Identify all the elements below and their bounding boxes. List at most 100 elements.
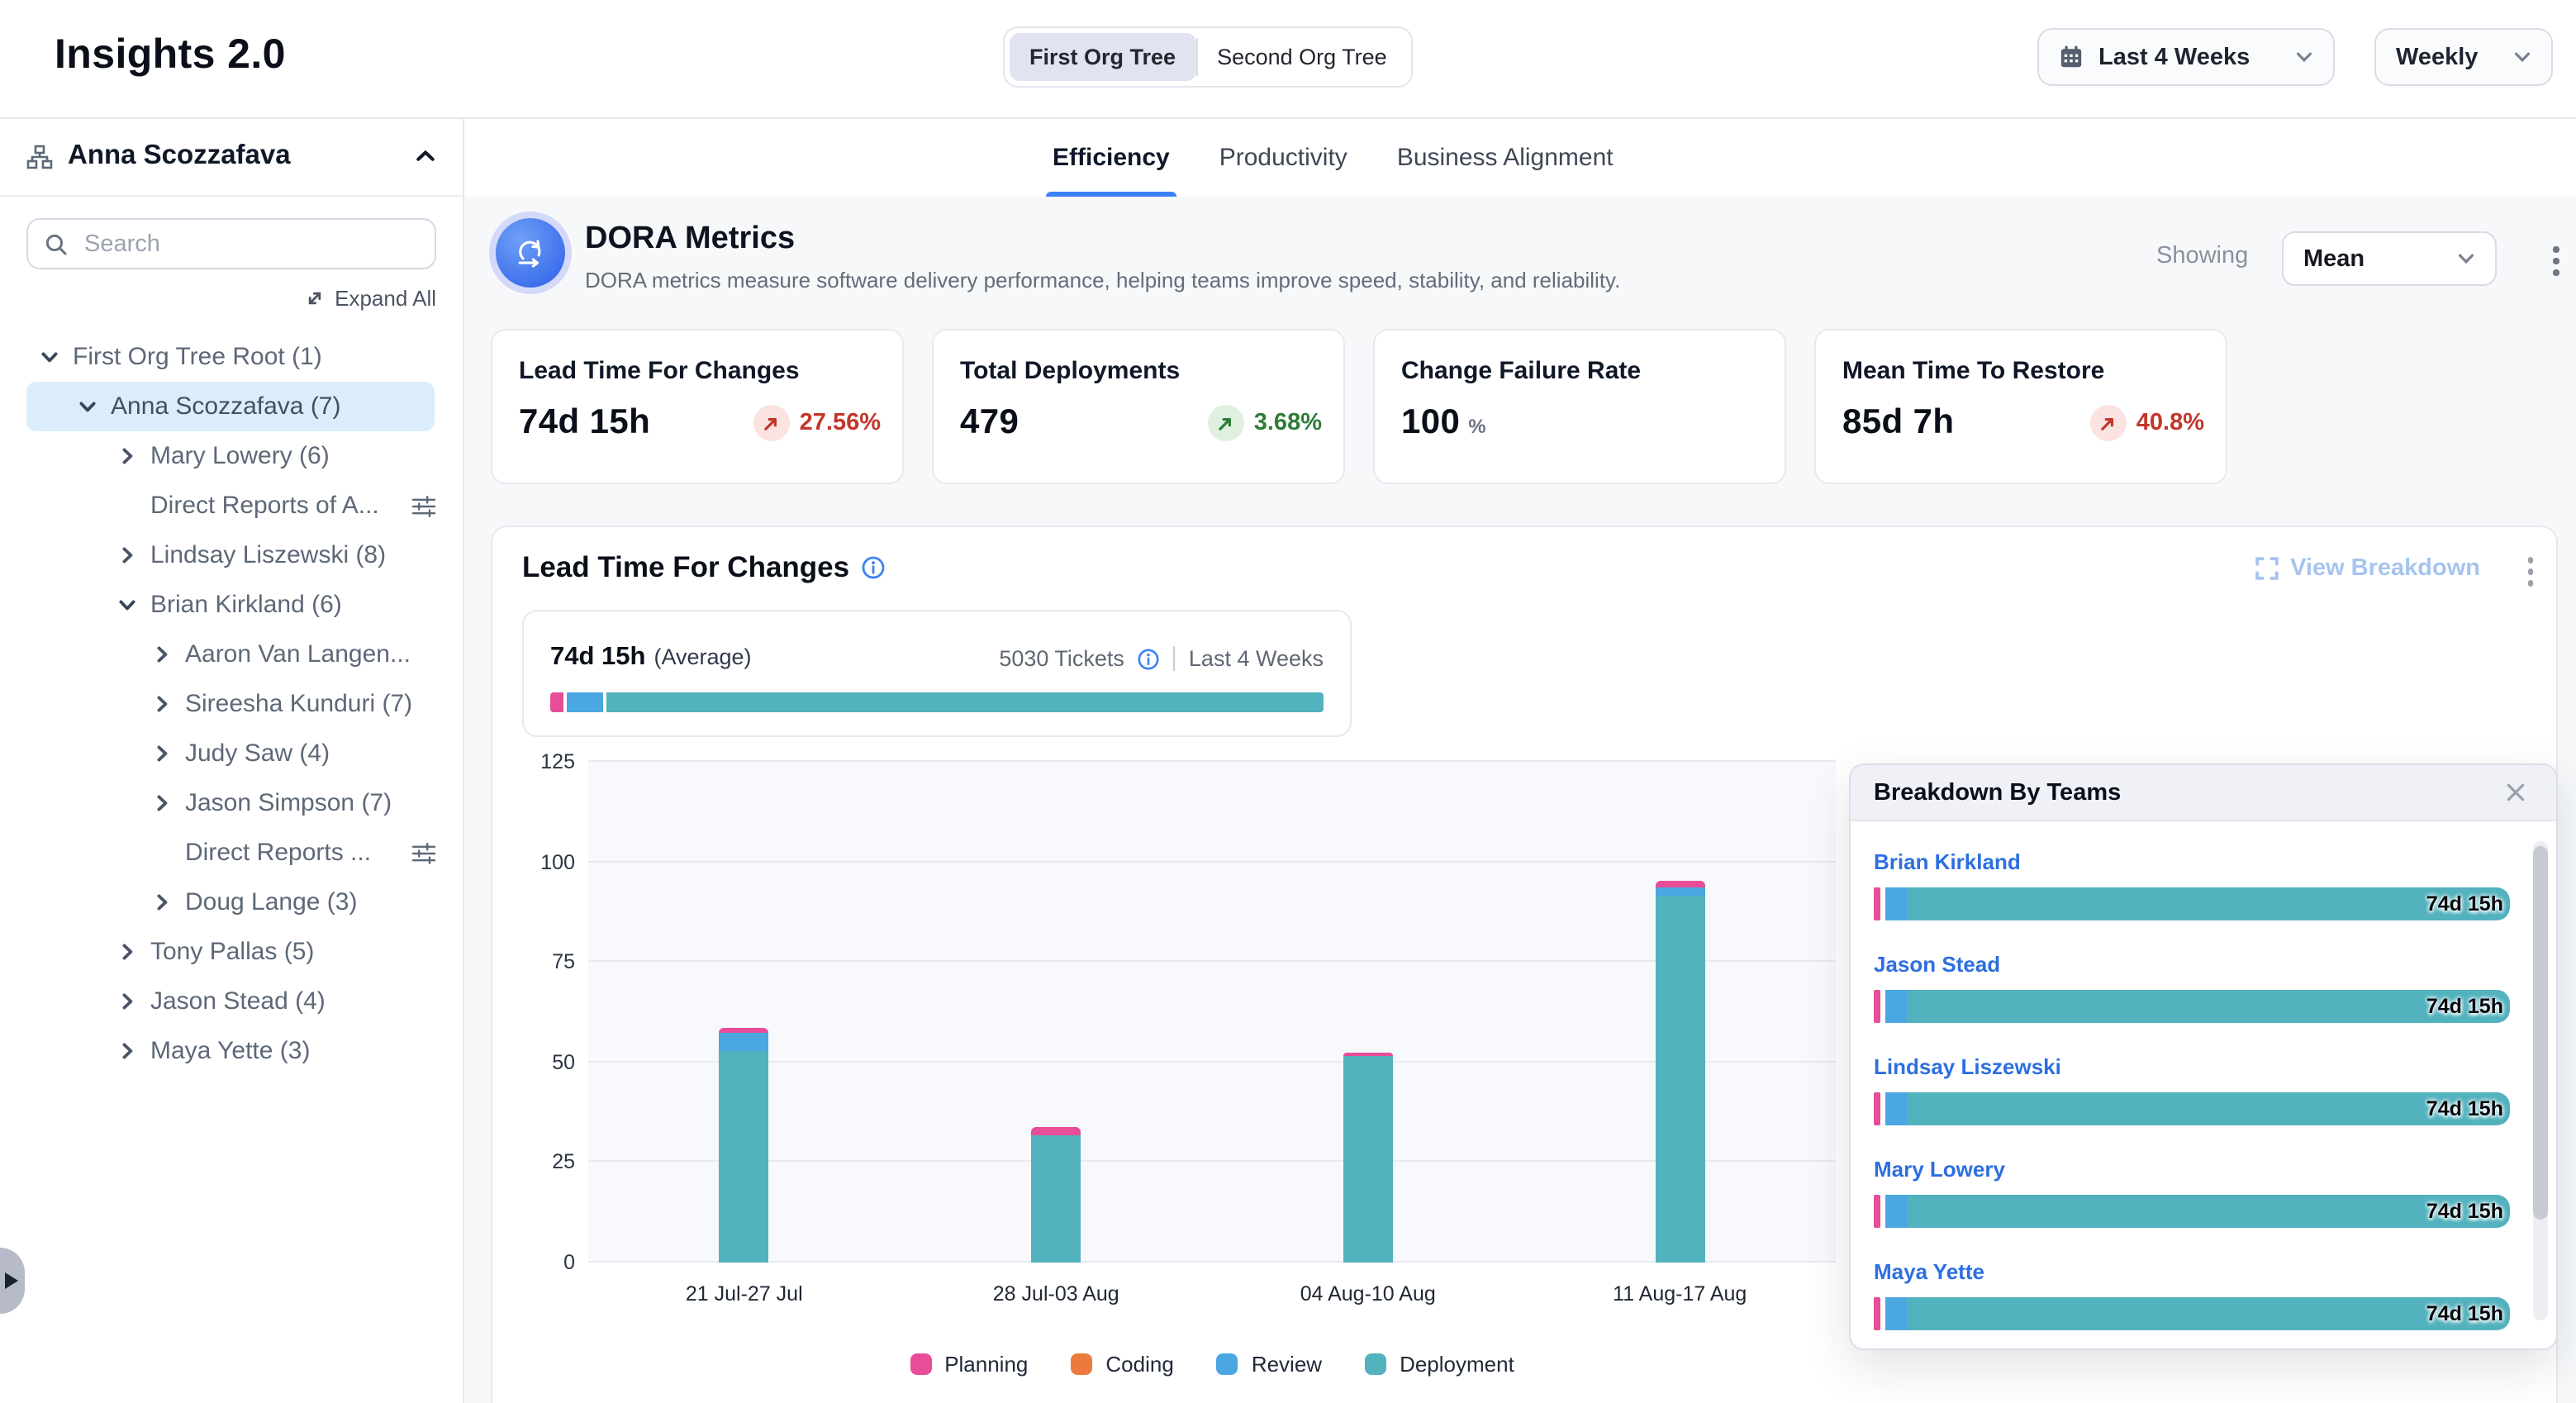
- chevron-down-icon: [2295, 48, 2313, 66]
- tree-item-label: Lindsay Liszewski (8): [150, 541, 386, 569]
- tree-item[interactable]: Doug Lange (3): [0, 877, 463, 927]
- breakdown-header: Breakdown By Teams: [1851, 765, 2556, 821]
- granularity-value: Weekly: [2396, 44, 2478, 70]
- org-tree-icon: [26, 143, 53, 169]
- metric-card-delta: 27.56%: [753, 405, 881, 441]
- triangle-right-icon: [5, 1272, 18, 1289]
- chevron-down-icon[interactable]: [117, 595, 137, 615]
- deployment-segment: [1907, 1092, 2510, 1125]
- tree-item[interactable]: Aaron Van Langen...: [0, 630, 463, 679]
- chevron-right-icon[interactable]: [117, 545, 137, 565]
- team-name-link[interactable]: Brian Kirkland: [1874, 851, 2021, 874]
- chevron-up-icon[interactable]: [415, 145, 436, 167]
- planning-bar-segment[interactable]: [1655, 881, 1704, 887]
- tab-productivity[interactable]: Productivity: [1216, 117, 1351, 197]
- planning-segment: [1874, 990, 1880, 1023]
- metric-card-value: 479: [960, 403, 1019, 443]
- chevron-right-icon[interactable]: [117, 1041, 137, 1061]
- tree-item-label: Maya Yette (3): [150, 1037, 310, 1065]
- average-meta-row: 5030 Tickets Last 4 Weeks: [999, 646, 1324, 671]
- filter-icon[interactable]: [411, 843, 436, 864]
- gridline: [588, 960, 1836, 962]
- tree-item[interactable]: Jason Stead (4): [0, 977, 463, 1026]
- tab-business-alignment[interactable]: Business Alignment: [1394, 117, 1617, 197]
- planning-bar-segment[interactable]: [1031, 1126, 1081, 1136]
- tree-item[interactable]: First Org Tree Root (1): [0, 332, 463, 382]
- metric-card-value: 100: [1401, 403, 1460, 443]
- org-tree-toggle-option[interactable]: First Org Tree: [1010, 33, 1195, 81]
- chevron-down-icon[interactable]: [78, 397, 97, 416]
- tree-item[interactable]: Direct Reports of A...: [0, 481, 463, 530]
- tree-item[interactable]: Lindsay Liszewski (8): [0, 530, 463, 580]
- app-title: Insights 2.0: [55, 31, 286, 79]
- showing-select[interactable]: Mean: [2282, 231, 2497, 286]
- view-breakdown-button[interactable]: View Breakdown: [2255, 555, 2480, 582]
- tree-item[interactable]: Jason Simpson (7): [0, 778, 463, 828]
- tree-item[interactable]: Mary Lowery (6): [0, 431, 463, 481]
- metric-card: Total Deployments4793.68%: [932, 329, 1345, 484]
- chevron-right-icon[interactable]: [117, 446, 137, 466]
- tree-item[interactable]: Judy Saw (4): [0, 729, 463, 778]
- tickets-count: 5030 Tickets: [999, 646, 1124, 671]
- close-icon[interactable]: [2498, 775, 2533, 810]
- review-segment: [1885, 887, 1907, 920]
- tree-item-label: Jason Stead (4): [150, 987, 326, 1015]
- metric-card-delta: 3.68%: [1208, 405, 1322, 441]
- filter-icon[interactable]: [411, 496, 436, 517]
- review-bar-segment[interactable]: [720, 1032, 769, 1050]
- chevron-right-icon[interactable]: [152, 793, 172, 813]
- chevron-right-icon[interactable]: [152, 644, 172, 664]
- search-input[interactable]: [81, 229, 418, 259]
- expand-all-button[interactable]: Expand All: [26, 286, 436, 311]
- x-tick-label: 11 Aug-17 Aug: [1564, 1282, 1795, 1306]
- chevron-right-icon[interactable]: [152, 892, 172, 912]
- team-name-link[interactable]: Lindsay Liszewski: [1874, 1056, 2061, 1079]
- gridline: [588, 1061, 1836, 1063]
- main-content: DORA Metrics DORA metrics measure softwa…: [464, 197, 2576, 1403]
- dora-kebab-menu[interactable]: [2543, 236, 2569, 285]
- metric-card-value-row: 479 3.68%: [960, 403, 1322, 443]
- tab-efficiency[interactable]: Efficiency: [1049, 117, 1173, 197]
- tree-item[interactable]: Anna Scozzafava (7): [0, 382, 463, 431]
- tree-item-label: First Org Tree Root (1): [73, 343, 322, 371]
- org-tree-toggle-option[interactable]: Second Org Tree: [1197, 33, 1407, 81]
- metric-card: Lead Time For Changes74d 15h27.56%: [491, 329, 904, 484]
- team-value: 74d 15h: [2426, 990, 2503, 1023]
- sidebar-owner-row[interactable]: Anna Scozzafava: [0, 117, 463, 197]
- chevron-down-icon[interactable]: [40, 347, 59, 367]
- chevron-right-icon[interactable]: [117, 942, 137, 962]
- info-icon[interactable]: [861, 555, 886, 580]
- deployment-segment: [606, 692, 1324, 712]
- view-breakdown-label: View Breakdown: [2290, 555, 2480, 582]
- chevron-right-icon[interactable]: [152, 694, 172, 714]
- team-name-link[interactable]: Maya Yette: [1874, 1261, 1984, 1284]
- planning-bar-segment[interactable]: [720, 1029, 769, 1032]
- team-name-link[interactable]: Mary Lowery: [1874, 1158, 2005, 1182]
- deployment-bar-segment[interactable]: [1655, 896, 1704, 1263]
- deployment-bar-segment[interactable]: [1031, 1136, 1081, 1263]
- team-row: Mary Lowery74d 15h: [1874, 1155, 2510, 1228]
- date-range-select[interactable]: Last 4 Weeks: [2037, 28, 2335, 86]
- team-name-link[interactable]: Jason Stead: [1874, 954, 2000, 977]
- tree-item[interactable]: Tony Pallas (5): [0, 927, 463, 977]
- breakdown-rows: Brian Kirkland 74d 15h Jason Stead 74d 15h L…: [1874, 821, 2510, 1330]
- tree-item[interactable]: Maya Yette (3): [0, 1026, 463, 1076]
- granularity-select[interactable]: Weekly: [2374, 28, 2553, 86]
- info-icon[interactable]: [1138, 647, 1161, 670]
- lead-time-kebab-menu[interactable]: [2517, 547, 2543, 596]
- tree-item[interactable]: Direct Reports ...: [0, 828, 463, 877]
- scrollbar-thumb[interactable]: [2533, 846, 2548, 1220]
- legend-swatch: [1217, 1353, 1238, 1375]
- team-phase-bar: 74d 15h: [1874, 1297, 2510, 1330]
- team-row: Lindsay Liszewski74d 15h: [1874, 1053, 2510, 1125]
- tree-item[interactable]: Brian Kirkland (6): [0, 580, 463, 630]
- tree-item[interactable]: Sireesha Kunduri (7): [0, 679, 463, 729]
- lead-time-title-row: Lead Time For Changes: [522, 550, 886, 585]
- deployment-bar-segment[interactable]: [1343, 1057, 1393, 1263]
- deployment-bar-segment[interactable]: [720, 1050, 769, 1263]
- chevron-right-icon[interactable]: [152, 744, 172, 763]
- chevron-right-icon[interactable]: [117, 992, 137, 1011]
- review-bar-segment[interactable]: [1655, 887, 1704, 896]
- team-row: Jason Stead 74d 15h: [1874, 950, 2510, 1023]
- tabs: Efficiency Productivity Business Alignment: [1049, 117, 1617, 197]
